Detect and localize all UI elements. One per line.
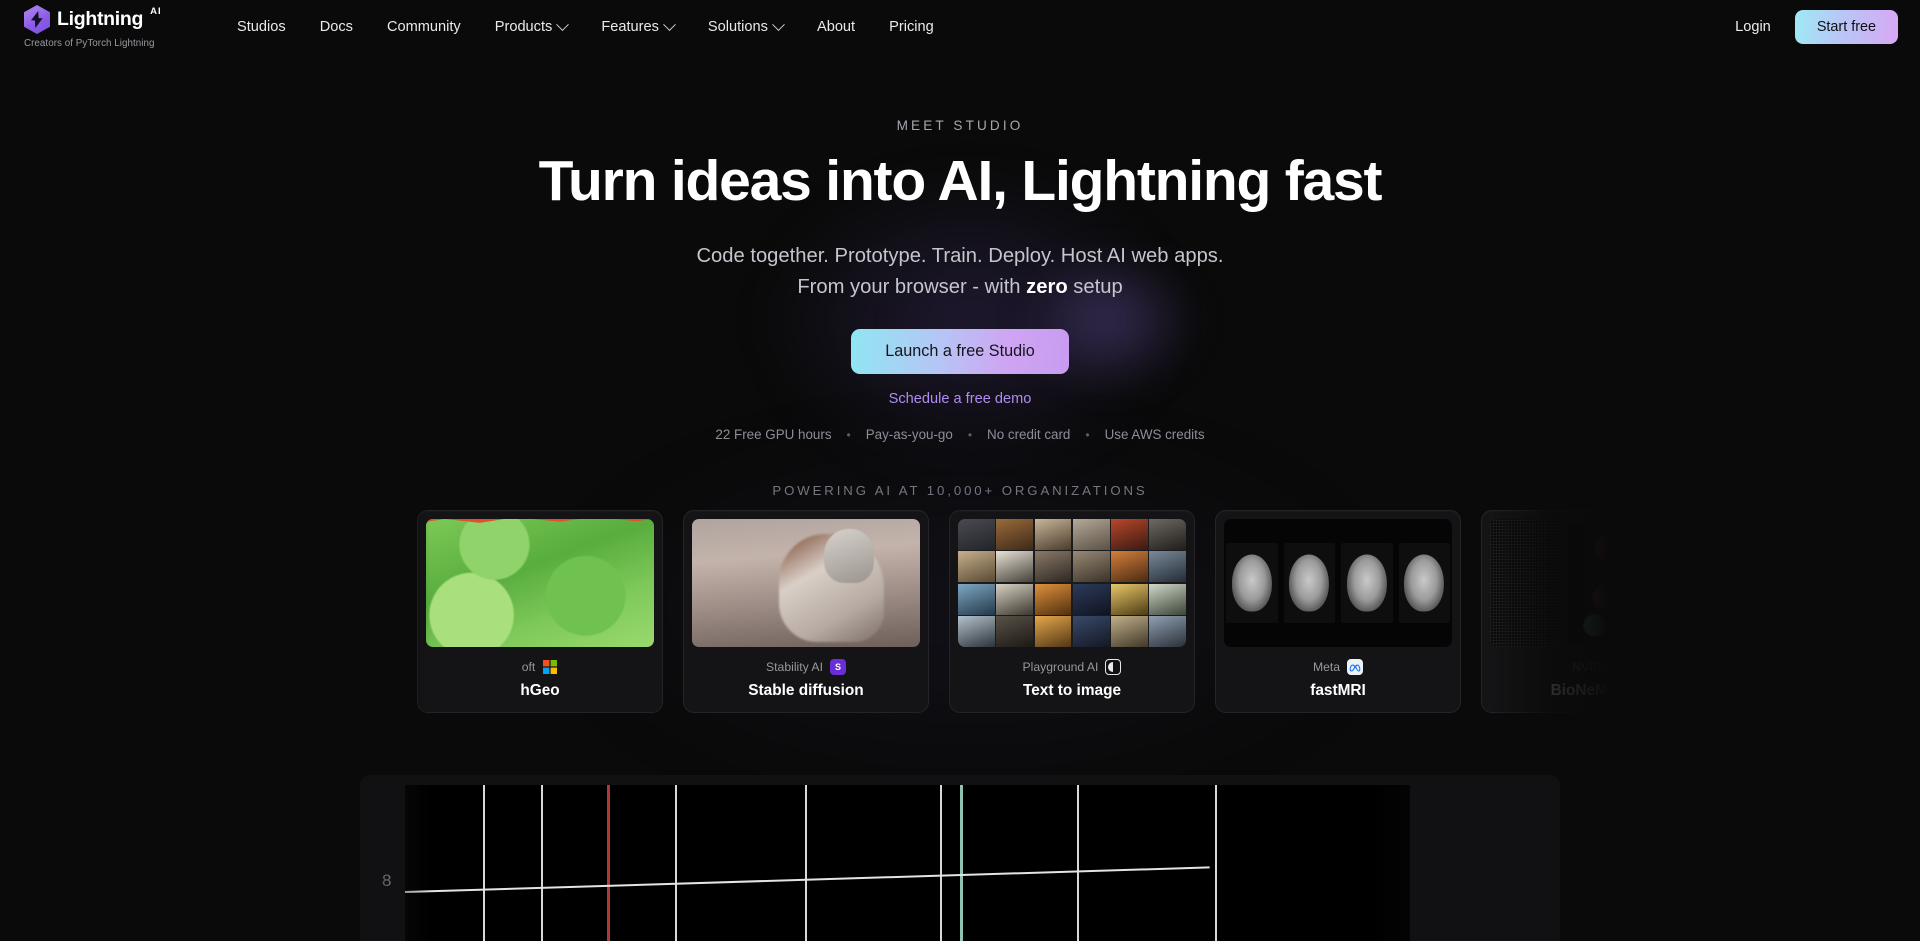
social-proof-heading: POWERING AI AT 10,000+ ORGANIZATIONS [772,483,1148,498]
brand-superscript: AI [150,6,162,17]
start-free-button[interactable]: Start free [1794,10,1898,44]
nav-label: Pricing [889,19,934,35]
card-vendor: Meta [1312,660,1341,674]
chevron-down-icon [663,17,676,31]
nav-item-products[interactable]: Products [478,11,585,43]
metrics-plot-area [405,785,1410,941]
card-meta: NVIDIA N [1490,659,1718,675]
card-meta: oft [426,659,654,675]
satellite-vegetation-map-thumbnail [426,519,654,647]
card-vendor: Playground AI [1022,660,1099,674]
card-title: hGeo [520,682,560,699]
gridline [1077,785,1079,941]
card-vendor: oft [521,660,536,674]
gridline [483,785,485,941]
studio-card-stable-diffusion[interactable]: Stability AI S Stable diffusion [683,510,929,713]
card-vendor: NVIDIA [1572,660,1613,674]
nvidia-logo-icon: N [1619,659,1636,675]
perk-separator-icon: • [1085,427,1090,442]
card-vendor: Stability AI [766,660,823,674]
studio-carousel: oft hGeo Stability AI S Stable diffusion [0,496,1920,746]
card-title: BioNeMo - Dru [1550,682,1658,699]
launch-studio-button[interactable]: Launch a free Studio [851,329,1069,374]
playground-ai-logo-icon [1105,659,1122,675]
nav-links: Studios Docs Community Products Features… [220,11,951,43]
nav-label: Products [494,19,553,35]
studio-card-torchgeo[interactable]: oft hGeo [417,510,663,713]
top-navigation-bar: Lightning AI Creators of PyTorch Lightni… [0,0,1920,54]
nav-item-pricing[interactable]: Pricing [872,11,951,43]
perk-item: No credit card [987,427,1071,442]
lightning-bolt-icon [24,5,50,34]
hero-perks: 22 Free GPU hours • Pay-as-you-go • No c… [0,427,1920,442]
brand-tagline: Creators of PyTorch Lightning [24,38,155,49]
astronaut-on-horse-thumbnail [692,519,920,647]
nav-label: Features [601,19,659,35]
card-meta: Meta [1224,659,1452,675]
card-title: Text to image [1022,682,1122,699]
nav-label: About [816,19,856,35]
carousel-fade-left [0,496,430,746]
perk-separator-icon: • [846,427,851,442]
nav-item-about[interactable]: About [800,11,872,43]
brain-mri-slices-thumbnail [1224,519,1452,647]
chevron-down-icon [556,17,570,31]
nav-label: Studios [237,19,286,35]
nav-item-community[interactable]: Community [370,11,478,43]
nav-item-docs[interactable]: Docs [303,11,370,43]
nav-label: Community [386,19,461,35]
studio-card-text-to-image[interactable]: Playground AI Text to image [949,510,1195,713]
page-title: Turn ideas into AI, Lightning fast [538,149,1383,213]
cta-wrapper: Launch a free Studio [0,329,1920,374]
brand-name: Lightning [57,7,144,30]
gridline [541,785,543,941]
generated-portrait-grid-thumbnail [958,519,1186,647]
hero-eyebrow: MEET STUDIO [896,118,1024,133]
meta-logo-icon [1347,659,1364,675]
card-title: fastMRI [1310,682,1366,699]
stability-ai-logo-icon: S [829,659,846,675]
card-meta: Stability AI S [692,659,920,675]
gridline [805,785,807,941]
gridline [675,785,677,941]
studio-card-fastmri[interactable]: Meta fastMRI [1215,510,1461,713]
protein-ribbon-structure-thumbnail [1490,519,1718,647]
brand-row: Lightning AI [24,5,176,34]
hero-subtitle-line2: From your browser - with zero setup [0,272,1920,302]
schedule-demo-link[interactable]: Schedule a free demo [0,391,1920,407]
nav-label: Docs [319,19,353,35]
sub-line2-before: From your browser - with [797,275,1027,298]
hero-section: MEET STUDIO Turn ideas into AI, Lightnin… [0,118,1920,442]
carousel-track[interactable]: oft hGeo Stability AI S Stable diffusion [417,510,1727,713]
hero-subtitle: Code together. Prototype. Train. Deploy.… [0,241,1920,302]
nav-item-features[interactable]: Features [584,11,691,43]
studio-card-bionemo[interactable]: NVIDIA N BioNeMo - Dru [1481,510,1727,713]
gridline [940,785,942,941]
brand-logo[interactable]: Lightning AI Creators of PyTorch Lightni… [24,5,176,49]
perk-item: Use AWS credits [1104,427,1205,442]
teal-vertical-marker [960,785,963,941]
metrics-visualization-panel[interactable]: 8 [360,775,1560,941]
trend-line [405,866,1210,893]
perk-separator-icon: • [967,427,973,442]
landing-page: Lightning AI Creators of PyTorch Lightni… [0,0,1920,941]
nav-label: Solutions [707,19,768,35]
login-button[interactable]: Login [1721,11,1785,43]
y-axis-tick-label: 8 [382,871,392,890]
perk-item: 22 Free GPU hours [715,427,832,442]
sub-line2-bold: zero [1026,275,1068,298]
chevron-down-icon [772,17,785,31]
card-title: Stable diffusion [748,682,864,699]
nav-item-studios[interactable]: Studios [220,11,303,43]
red-vertical-marker [607,785,610,941]
gridline [1215,785,1217,941]
hero-subtitle-line1: Code together. Prototype. Train. Deploy.… [696,245,1224,268]
microsoft-logo-icon [542,659,558,675]
sub-line2-after: setup [1067,275,1123,298]
card-meta: Playground AI [958,659,1186,675]
nav-item-solutions[interactable]: Solutions [691,11,800,43]
perk-item: Pay-as-you-go [865,427,953,442]
nav-actions: Login Start free [1721,10,1898,44]
